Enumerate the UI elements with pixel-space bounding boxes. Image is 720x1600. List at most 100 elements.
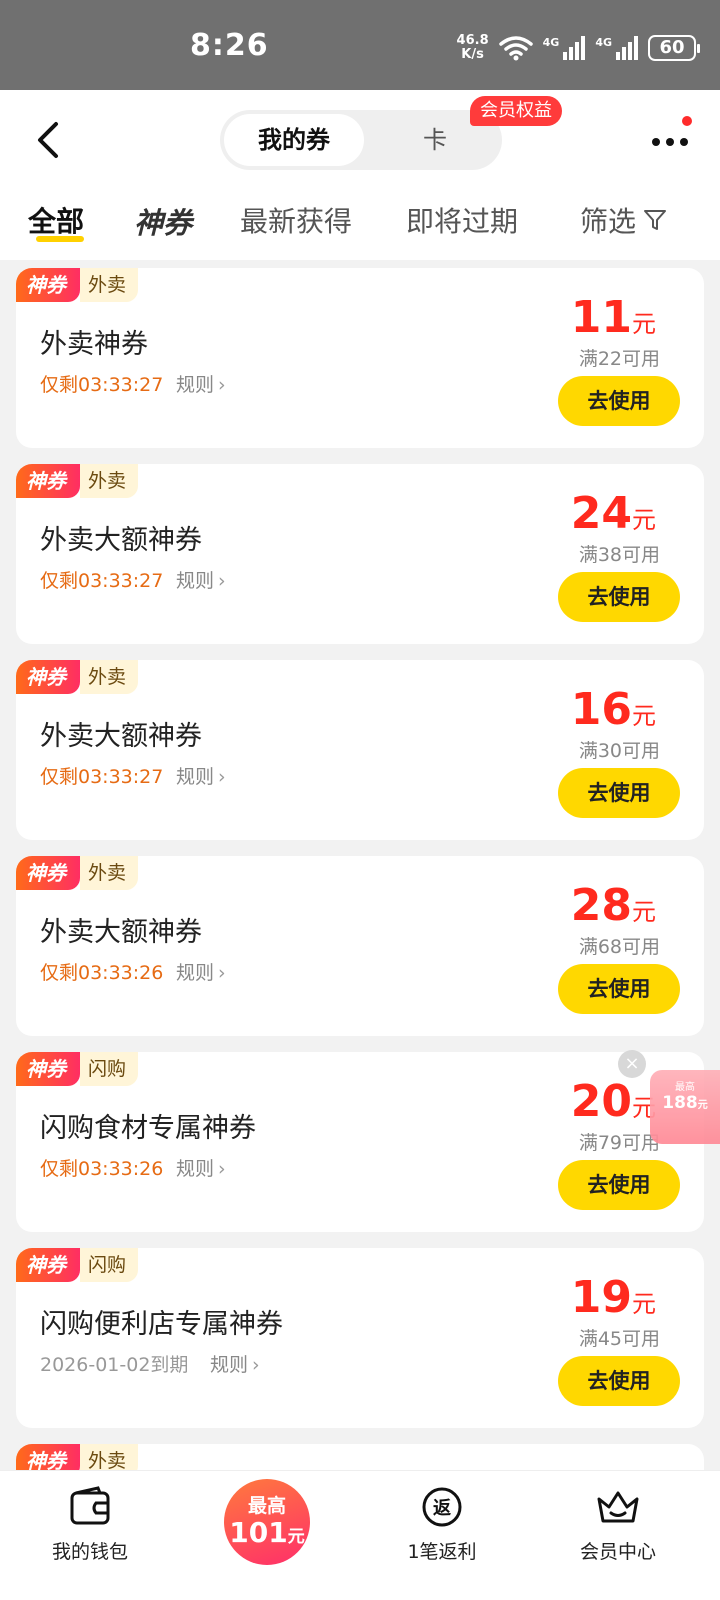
signal-2-label: 4G (595, 36, 612, 49)
chevron-right-icon: › (218, 962, 226, 984)
coupon-condition: 满30可用 (578, 740, 660, 762)
coupon-tags: 神券 外卖 (16, 856, 139, 890)
coupon-card[interactable]: 神券 外卖 外卖大额神券 仅剩03:33:26 规则 › 28元 满68可用 去使… (16, 856, 704, 1036)
segment-my-coupons[interactable]: 我的券 (224, 114, 364, 166)
header: 我的券 卡 会员权益 全部 神券 最新获得 即将过期 筛选 (0, 90, 720, 260)
net-speed-unit: K/s (461, 47, 484, 62)
tab-shenquan[interactable]: 神券 (134, 200, 192, 242)
amount-unit: 元 (632, 1290, 656, 1318)
floating-promo[interactable]: 最高 188元 (650, 1070, 720, 1144)
category-tag: 外卖 (80, 856, 139, 890)
rule-link[interactable]: 规则 › (176, 958, 226, 985)
nav-member[interactable]: 会员中心 (548, 1485, 688, 1564)
back-icon[interactable] (30, 120, 70, 160)
crown-basket-icon (597, 1491, 639, 1523)
coupon-card[interactable]: 神券 闪购 闪购食材专属神券 仅剩03:33:26 规则 › 20元 满79可用 … (16, 1052, 704, 1232)
notification-dot (682, 116, 692, 126)
tab-all[interactable]: 全部 (28, 200, 84, 240)
use-button[interactable]: 去使用 (558, 964, 680, 1014)
rule-link[interactable]: 规则 › (176, 566, 226, 593)
coupon-title: 外卖神券 (40, 329, 148, 360)
coupon-title: 外卖大额神券 (40, 917, 202, 948)
nav-wallet[interactable]: 我的钱包 (20, 1485, 160, 1564)
rule-link[interactable]: 规则 › (176, 370, 226, 397)
status-time: 8:26 (190, 28, 269, 63)
coupon-expire: 仅剩03:33:27 (40, 766, 164, 788)
segment-control: 我的券 卡 (220, 110, 502, 170)
chevron-right-icon: › (218, 570, 226, 592)
filter-label: 筛选 (580, 205, 637, 238)
bottom-nav: 我的钱包 最高 101元 返 1笔返利 会员中心 (0, 1470, 720, 1600)
signal-1-label: 4G (542, 36, 560, 49)
coupon-title: 闪购食材专属神券 (40, 1113, 256, 1144)
category-tag: 闪购 (80, 1052, 139, 1086)
coupon-card[interactable]: 神券 外卖 外卖大额神券 仅剩03:33:27 规则 › 24元 满38可用 去使… (16, 464, 704, 644)
amount-unit: 元 (632, 310, 656, 338)
nav-member-label: 会员中心 (579, 1541, 656, 1563)
coupon-condition: 满79可用 (578, 1132, 660, 1154)
amount-unit: 元 (632, 898, 656, 926)
use-button[interactable]: 去使用 (558, 572, 680, 622)
tab-expiring[interactable]: 即将过期 (406, 200, 518, 240)
promo-unit: 元 (287, 1527, 305, 1547)
coupon-amount: 19元 (571, 1272, 656, 1323)
rebate-icon-text: 返 (433, 1498, 451, 1519)
rule-link[interactable]: 规则 › (176, 762, 226, 789)
amount-value: 24 (570, 488, 632, 539)
rule-link[interactable]: 规则 › (176, 1154, 226, 1181)
amount-value: 11 (570, 292, 632, 343)
use-button[interactable]: 去使用 (558, 376, 680, 426)
use-button[interactable]: 去使用 (558, 1160, 680, 1210)
more-icon[interactable] (650, 132, 690, 146)
close-icon[interactable]: × (618, 1050, 646, 1078)
coupon-amount: 11元 (571, 292, 656, 343)
coupon-expire: 仅剩03:33:27 (40, 570, 164, 592)
tab-filter[interactable]: 筛选 (580, 200, 668, 240)
use-button[interactable]: 去使用 (558, 768, 680, 818)
rule-label: 规则 (210, 1354, 249, 1376)
category-tag: 闪购 (80, 1248, 139, 1282)
tab-active-underline (36, 236, 84, 242)
rebate-icon: 返 (422, 1487, 462, 1527)
tab-newest[interactable]: 最新获得 (240, 200, 352, 240)
vip-benefits-badge[interactable]: 会员权益 (470, 96, 562, 126)
rule-label: 规则 (176, 570, 215, 592)
rule-label: 规则 (176, 1158, 215, 1180)
coupon-tags: 神券 闪购 (16, 1248, 139, 1282)
coupon-condition: 满45可用 (578, 1328, 660, 1350)
promo-button[interactable]: 最高 101元 (224, 1479, 310, 1565)
coupon-expire: 仅剩03:33:27 (40, 374, 164, 396)
amount-value: 19 (570, 1272, 632, 1323)
coupon-title: 外卖大额神券 (40, 525, 202, 556)
nav-rebate[interactable]: 返 1笔返利 (372, 1485, 512, 1564)
chevron-right-icon: › (218, 766, 226, 788)
category-tag: 外卖 (80, 660, 139, 694)
nav-wallet-label: 我的钱包 (51, 1541, 128, 1563)
promo-top-label: 最高 (247, 1495, 286, 1517)
category-tag: 外卖 (80, 464, 139, 498)
coupon-title: 外卖大额神券 (40, 721, 202, 752)
signal-icon-2: 4G (595, 36, 638, 60)
chevron-right-icon: › (218, 1158, 226, 1180)
coupon-card[interactable]: 神券 外卖 外卖神券 仅剩03:33:27 规则 › 11元 满22可用 去使用 (16, 268, 704, 448)
status-bar: 8:26 46.8 K/s 4G 4G 60 (0, 0, 720, 90)
wallet-icon (70, 1486, 110, 1525)
filter-icon (642, 207, 668, 240)
shenquan-tag: 神券 (16, 268, 80, 302)
rule-link[interactable]: 规则 › (210, 1350, 260, 1377)
amount-value: 20 (570, 1076, 632, 1127)
coupon-expire: 仅剩03:33:26 (40, 1158, 164, 1180)
coupon-tags: 神券 外卖 (16, 268, 139, 302)
shenquan-tag: 神券 (16, 660, 80, 694)
coupon-card[interactable]: 神券 闪购 闪购便利店专属神券 2026-01-02到期 规则 › 19元 满45… (16, 1248, 704, 1428)
use-button[interactable]: 去使用 (558, 1356, 680, 1406)
coupon-condition: 满38可用 (578, 544, 660, 566)
chevron-right-icon: › (252, 1354, 260, 1376)
coupon-card[interactable]: 神券 外卖 外卖大额神券 仅剩03:33:27 规则 › 16元 满30可用 去使… (16, 660, 704, 840)
coupon-amount: 24元 (571, 488, 656, 539)
net-speed: 46.8 K/s (457, 34, 489, 62)
amount-value: 28 (570, 880, 632, 931)
status-icons: 46.8 K/s 4G 4G 60 (457, 34, 700, 62)
signal-icon-1: 4G (543, 36, 586, 60)
chevron-right-icon: › (218, 374, 226, 396)
